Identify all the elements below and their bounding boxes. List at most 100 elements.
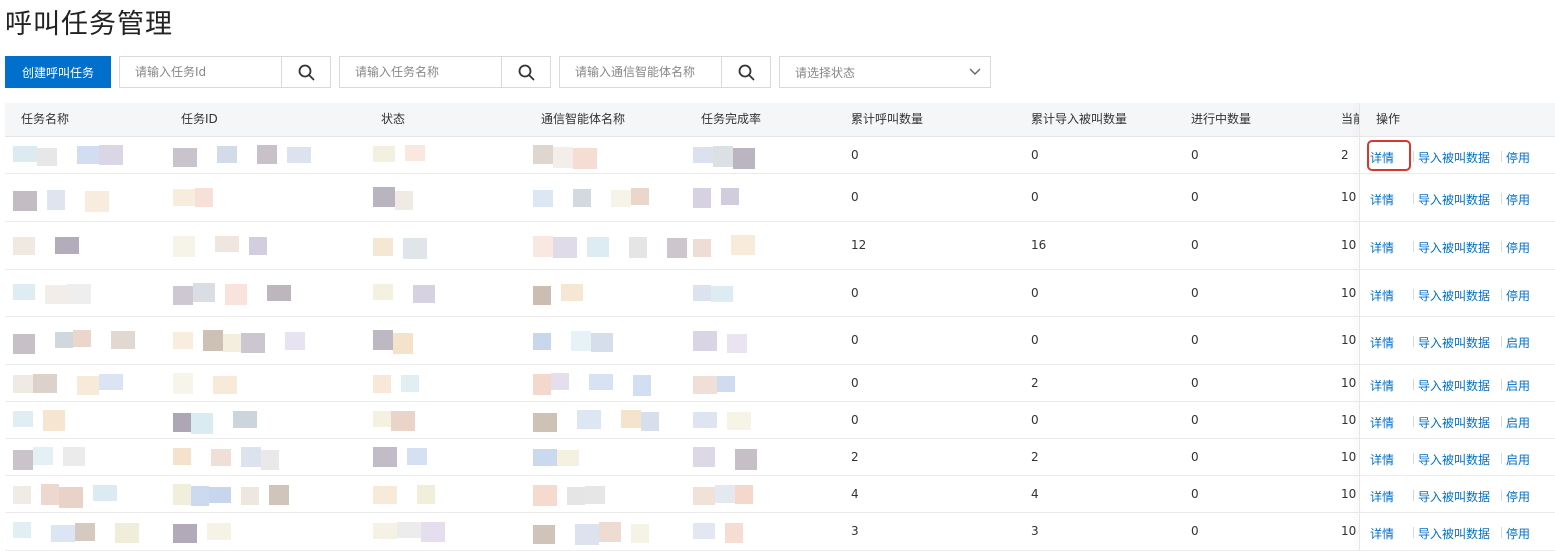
redacted-block <box>373 284 393 300</box>
cell-in-progress: 0 <box>1191 238 1199 252</box>
link-separator <box>1501 379 1502 390</box>
redacted-block <box>223 334 241 352</box>
header-total-imported: 累计导入被叫数量 <box>1031 112 1128 126</box>
redacted-block <box>533 525 555 544</box>
toggle-status-link[interactable]: 启用 <box>1506 451 1530 468</box>
link-separator <box>1501 527 1502 538</box>
redacted-block <box>261 450 279 470</box>
redacted-block <box>173 286 193 305</box>
task-name-search-button[interactable] <box>502 57 550 87</box>
redacted-block <box>33 447 53 465</box>
import-callee-data-link[interactable]: 导入被叫数据 <box>1418 287 1490 304</box>
redacted-block <box>77 146 99 164</box>
details-link[interactable]: 详情 <box>1370 451 1394 468</box>
redacted-block <box>373 238 393 256</box>
table-row: 0 0 0 10 <box>5 173 1555 222</box>
cell-total-imported: 2 <box>1031 376 1039 390</box>
redacted-block <box>417 485 435 504</box>
redacted-block <box>735 449 757 470</box>
toggle-status-link[interactable]: 停用 <box>1506 191 1530 208</box>
import-callee-data-link[interactable]: 导入被叫数据 <box>1418 239 1490 256</box>
agent-name-search[interactable]: 请输入通信智能体名称 <box>559 56 771 88</box>
redacted-block <box>13 146 37 162</box>
task-name-input[interactable]: 请输入任务名称 <box>340 57 502 87</box>
redacted-block <box>711 286 733 302</box>
details-link[interactable]: 详情 <box>1370 488 1394 505</box>
toggle-status-link[interactable]: 启用 <box>1506 377 1530 394</box>
redacted-block <box>67 284 91 304</box>
redacted-block <box>195 188 213 207</box>
task-name-search[interactable]: 请输入任务名称 <box>339 56 551 88</box>
header-completion-rate: 任务完成率 <box>701 112 762 126</box>
toggle-status-link[interactable]: 启用 <box>1506 334 1530 351</box>
redacted-block <box>13 375 33 393</box>
highlight-box <box>1367 140 1411 171</box>
redacted-block <box>621 410 641 428</box>
details-link[interactable]: 详情 <box>1370 334 1394 351</box>
details-link[interactable]: 详情 <box>1370 414 1394 431</box>
create-call-task-button[interactable]: 创建呼叫任务 <box>5 56 111 88</box>
redacted-block <box>633 375 651 396</box>
redacted-block <box>401 375 419 392</box>
cell-current: 2 <box>1341 148 1349 162</box>
toggle-status-link[interactable]: 停用 <box>1506 525 1530 542</box>
redacted-block <box>99 374 123 390</box>
table-row: 0 0 0 2 <box>5 136 1555 174</box>
import-callee-data-link[interactable]: 导入被叫数据 <box>1418 334 1490 351</box>
toggle-status-link[interactable]: 停用 <box>1506 239 1530 256</box>
redacted-block <box>731 235 755 255</box>
details-link[interactable]: 详情 <box>1370 525 1394 542</box>
import-callee-data-link[interactable]: 导入被叫数据 <box>1418 377 1490 394</box>
redacted-block <box>373 486 397 504</box>
chevron-down-icon <box>969 68 981 75</box>
redacted-block <box>173 448 191 465</box>
task-id-search[interactable]: 请输入任务Id <box>119 56 331 88</box>
redacted-block <box>587 237 609 257</box>
redacted-block <box>13 411 33 427</box>
ops-row: 详情 导入被叫数据 启用 <box>1360 401 1555 439</box>
toggle-status-link[interactable]: 停用 <box>1506 287 1530 304</box>
toggle-status-link[interactable]: 启用 <box>1506 414 1530 431</box>
redacted-block <box>611 190 631 207</box>
redacted-block <box>727 412 751 430</box>
cell-total-imported: 0 <box>1031 333 1039 347</box>
toggle-status-link[interactable]: 停用 <box>1506 488 1530 505</box>
redacted-block <box>717 376 735 392</box>
details-link[interactable]: 详情 <box>1370 377 1394 394</box>
redacted-block <box>45 285 67 304</box>
redacted-block <box>533 190 553 207</box>
task-id-input[interactable]: 请输入任务Id <box>120 57 282 87</box>
redacted-block <box>533 286 551 305</box>
redacted-block <box>725 523 743 543</box>
redacted-block <box>693 376 717 394</box>
redacted-block <box>599 522 621 542</box>
import-callee-data-link[interactable]: 导入被叫数据 <box>1418 451 1490 468</box>
import-callee-data-link[interactable]: 导入被叫数据 <box>1418 414 1490 431</box>
task-id-search-button[interactable] <box>282 57 330 87</box>
toggle-status-link[interactable]: 停用 <box>1506 149 1530 166</box>
redacted-block <box>553 237 577 258</box>
cell-total-imported: 0 <box>1031 190 1039 204</box>
details-link[interactable]: 详情 <box>1370 287 1394 304</box>
table-row: 0 0 0 10 <box>5 401 1555 439</box>
cell-total-calls: 0 <box>851 190 859 204</box>
redacted-block <box>13 284 35 300</box>
import-callee-data-link[interactable]: 导入被叫数据 <box>1418 191 1490 208</box>
redacted-block <box>575 524 599 545</box>
redacted-block <box>173 413 191 432</box>
redacted-block <box>173 373 193 394</box>
cell-total-imported: 0 <box>1031 286 1039 300</box>
details-link[interactable]: 详情 <box>1370 239 1394 256</box>
import-callee-data-link[interactable]: 导入被叫数据 <box>1418 488 1490 505</box>
details-link[interactable]: 详情 <box>1370 191 1394 208</box>
redacted-block <box>693 412 717 428</box>
status-select[interactable]: 请选择状态 <box>779 56 991 88</box>
ops-row: 详情 导入被叫数据 启用 <box>1360 316 1555 365</box>
redacted-block <box>173 148 197 167</box>
import-callee-data-link[interactable]: 导入被叫数据 <box>1418 525 1490 542</box>
import-callee-data-link[interactable]: 导入被叫数据 <box>1418 149 1490 166</box>
header-total-calls: 累计呼叫数量 <box>851 112 924 126</box>
redacted-block <box>13 522 31 538</box>
agent-name-search-button[interactable] <box>722 57 770 87</box>
agent-name-input[interactable]: 请输入通信智能体名称 <box>560 57 722 87</box>
